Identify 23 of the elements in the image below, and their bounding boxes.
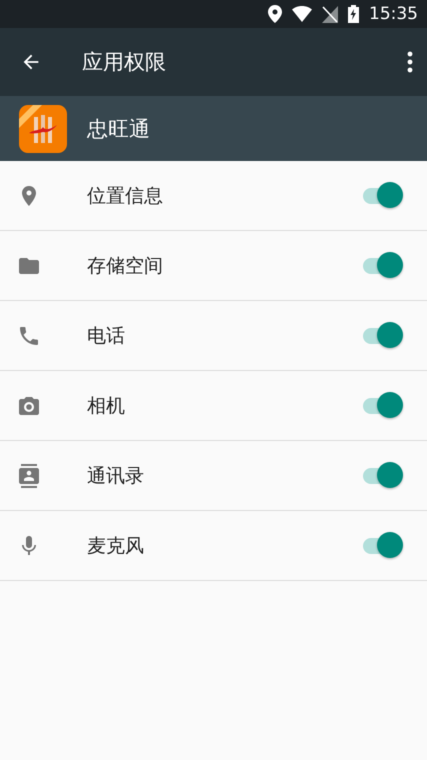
permission-switch[interactable]	[361, 250, 405, 280]
permission-label: 麦克风	[87, 534, 145, 558]
permission-label: 通讯录	[87, 464, 145, 488]
more-options-icon	[407, 51, 413, 73]
permission-label: 电话	[87, 324, 126, 348]
permission-switch[interactable]	[361, 460, 405, 490]
wifi-icon	[292, 6, 312, 22]
permission-switch[interactable]	[361, 320, 405, 350]
permission-switch[interactable]	[361, 390, 405, 420]
app-logo-icon	[19, 104, 67, 152]
location-pin-icon	[268, 5, 282, 23]
permission-switch[interactable]	[361, 180, 405, 210]
no-signal-icon	[322, 6, 338, 22]
permission-label: 位置信息	[87, 184, 164, 208]
battery-charging-icon	[348, 5, 359, 23]
more-options-button[interactable]	[407, 51, 413, 73]
contacts-icon	[17, 464, 41, 488]
permission-switch[interactable]	[361, 530, 405, 560]
permission-label: 相机	[87, 394, 126, 418]
status-time: 15:35	[369, 4, 418, 24]
app-name: 忠旺通	[87, 116, 150, 142]
toolbar-title: 应用权限	[82, 49, 167, 76]
permission-label: 存储空间	[87, 254, 164, 278]
